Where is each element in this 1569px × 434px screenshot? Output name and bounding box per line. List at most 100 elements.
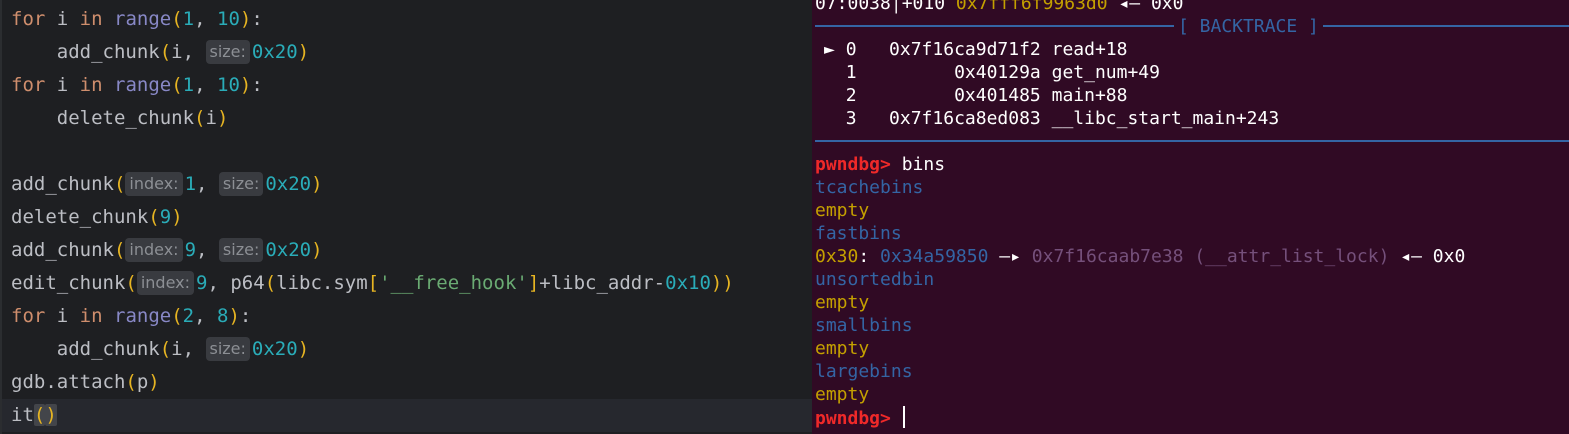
- parameter-hint: index:: [125, 238, 183, 262]
- code-line-current[interactable]: it(): [2, 399, 812, 432]
- bracket: ): [148, 371, 160, 393]
- bracket: ): [228, 305, 240, 327]
- code-text: :: [239, 305, 252, 327]
- number-literal: 0x20: [265, 239, 312, 261]
- code-line[interactable]: add_chunk(i, size: 0x20): [2, 333, 812, 366]
- keyword: for: [11, 8, 46, 30]
- code-line[interactable]: gdb.attach(p): [2, 366, 812, 399]
- keyword: in: [79, 74, 103, 96]
- code-line[interactable]: for i in range(2, 8):: [2, 300, 812, 333]
- code-text: ,: [196, 239, 219, 261]
- code-line[interactable]: for i in range(1, 10):: [2, 69, 812, 102]
- parameter-hint: size:: [218, 238, 264, 262]
- frame-marker: [824, 85, 846, 106]
- bracket: ): [171, 206, 183, 228]
- number-literal: 8: [217, 305, 229, 327]
- pwndbg-terminal[interactable]: 07:0038│+010 0x7fff6f9963d0 ◂— 0x0 [ BAC…: [812, 0, 1569, 434]
- function-name: add_chunk: [56, 41, 160, 63]
- code-text: :: [251, 74, 263, 96]
- bracket: (: [171, 8, 183, 30]
- code-text: +libc_addr-: [539, 272, 666, 294]
- code-text: i,: [171, 41, 206, 63]
- string-literal: '__free_hook': [379, 272, 528, 294]
- fastbin-colon: :: [858, 246, 881, 267]
- frame-gap: [857, 85, 890, 106]
- bracket: ): [216, 107, 229, 129]
- fastbin-address: 0x34a59850: [880, 246, 989, 267]
- code-line[interactable]: add_chunk(i, size: 0x20): [2, 36, 812, 69]
- bracket: ): [239, 74, 252, 96]
- bracket: ): [45, 404, 57, 426]
- backtrace-frame: 3 0x7f16ca8ed083 __libc_start_main+243: [824, 107, 1280, 130]
- fastbin-size: 0x30: [815, 246, 859, 267]
- bin-label: largebins: [815, 361, 913, 382]
- function-name: add_chunk: [56, 338, 160, 360]
- function-name: p64: [230, 272, 265, 294]
- frame-number: 2: [845, 85, 857, 106]
- code-line-empty[interactable]: [2, 135, 812, 168]
- fastbin-entry: 0x30: 0x34a59850 —▸ 0x7f16caab7e38 (__at…: [815, 245, 1465, 268]
- bracket: (: [113, 239, 126, 261]
- frame-gap: [857, 39, 890, 60]
- frame-symbol: get_num+49: [1051, 62, 1160, 83]
- number-literal: 10: [217, 8, 240, 30]
- frame-gap: [857, 62, 890, 83]
- function-name: add_chunk: [11, 173, 114, 195]
- bin-label: fastbins: [815, 223, 902, 244]
- number-literal: 1: [184, 173, 197, 195]
- code-line[interactable]: add_chunk(index: 1, size: 0x20): [2, 168, 812, 201]
- number-literal: 9: [184, 239, 197, 261]
- code-line[interactable]: delete_chunk(i): [2, 102, 812, 135]
- frame-symbol: __libc_start_main+243: [1051, 108, 1280, 129]
- function-name: edit_chunk: [11, 272, 126, 294]
- backtrace-title: [ BACKTRACE ]: [1174, 15, 1323, 38]
- parameter-hint: size:: [205, 40, 250, 64]
- bracket: (: [194, 107, 206, 129]
- bracket: (: [159, 338, 172, 360]
- bracket: (: [125, 371, 137, 393]
- code-line[interactable]: add_chunk(index: 9, size: 0x20): [2, 234, 812, 267]
- frame-symbol: read+18: [1051, 39, 1128, 60]
- input-line[interactable]: pwndbg>: [815, 406, 905, 429]
- backtrace-frame: 1 0x40129a get_num+49: [824, 61, 1160, 84]
- bracket: ]: [527, 272, 540, 294]
- bin-value: empty: [815, 384, 870, 405]
- bin-label: tcachebins: [815, 177, 924, 198]
- code-text: ,: [194, 74, 217, 96]
- frame-address: 0x40129a: [889, 62, 1041, 83]
- frame-gap: [1041, 39, 1052, 60]
- code-text: i,: [171, 338, 206, 360]
- frame-number: 3: [845, 108, 857, 129]
- function-name: delete_chunk: [11, 206, 149, 228]
- code-line[interactable]: delete_chunk(9): [2, 201, 812, 234]
- bracket: (: [113, 173, 126, 195]
- code-line[interactable]: for i in range(1, 10):: [2, 3, 812, 36]
- parameter-hint: size:: [218, 172, 264, 196]
- pwndbg-prompt: pwndbg>: [815, 408, 891, 429]
- function-name: add_chunk: [11, 239, 114, 261]
- frame-marker: [824, 108, 846, 129]
- frame-address: 0x7f16ca8ed083: [889, 108, 1041, 129]
- frame-address: 0x401485: [889, 85, 1041, 106]
- function-name: delete_chunk: [56, 107, 195, 129]
- bracket: (: [171, 74, 183, 96]
- pwndbg-prompt: pwndbg>: [815, 154, 891, 175]
- code-text: i: [45, 74, 80, 96]
- stack-prefix: 07:0038│+010: [815, 0, 956, 14]
- bracket: ): [710, 272, 723, 294]
- frame-address: 0x7f16ca9d71f2: [889, 39, 1041, 60]
- bracket: (: [148, 206, 160, 228]
- code-line[interactable]: edit_chunk(index: 9, p64(libc.sym['__free…: [2, 267, 812, 300]
- bracket: (: [264, 272, 277, 294]
- code-editor[interactable]: for i in range(1, 10): add_chunk(i, size…: [0, 0, 812, 434]
- frame-number: 0: [845, 39, 857, 60]
- bracket: [: [367, 272, 380, 294]
- builtin-name: range: [114, 305, 172, 327]
- fastbin-arrow: ◂—: [1389, 246, 1433, 267]
- keyword: in: [79, 8, 103, 30]
